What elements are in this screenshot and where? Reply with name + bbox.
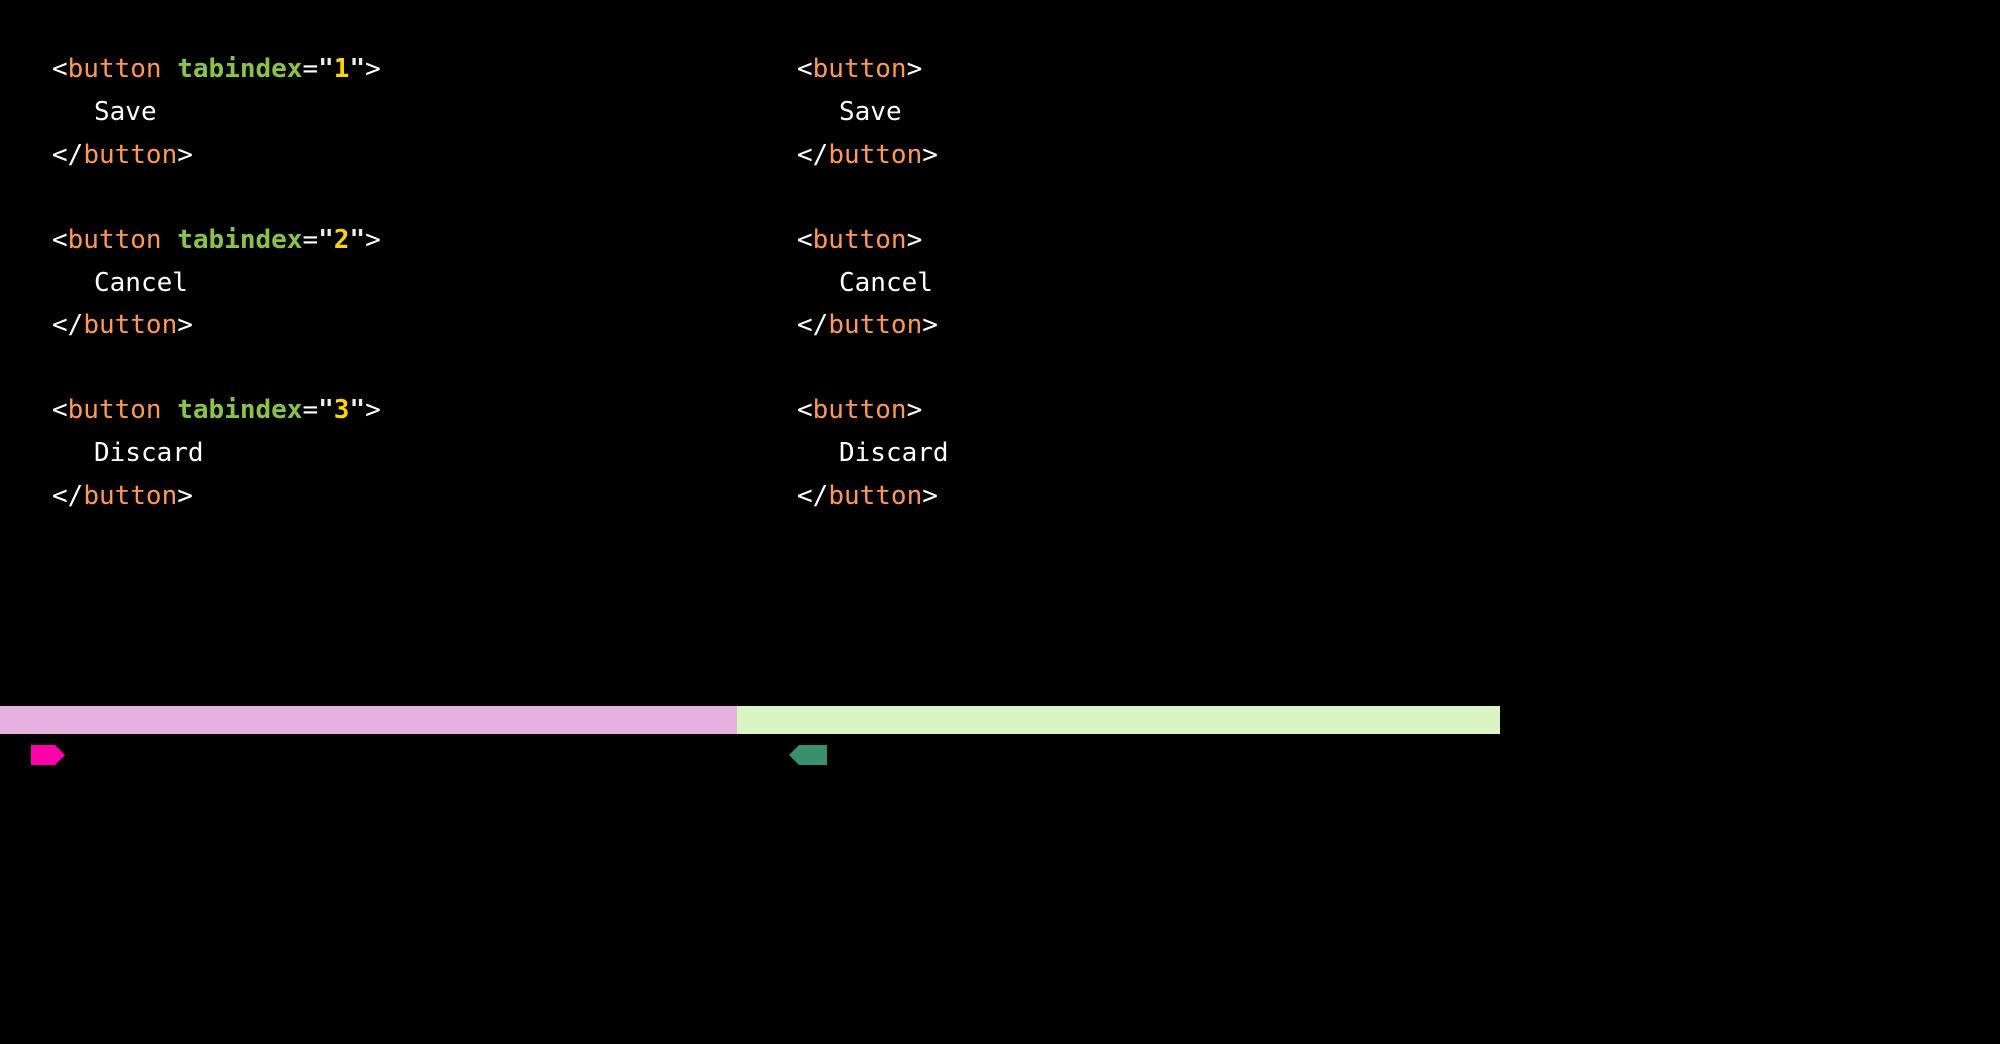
bracket-close: > [922, 140, 938, 170]
code-line: </button> [797, 134, 1500, 177]
quote: " [318, 395, 334, 425]
bracket-open: < [52, 140, 68, 170]
bracket-close: > [365, 395, 381, 425]
tag-name: button [68, 395, 162, 425]
code-line: <button tabindex="2"> [52, 219, 755, 262]
status-bar [0, 706, 1500, 734]
right-pane: <button> Save </button> <button> Cancel … [775, 48, 1500, 701]
code-line: </button> [797, 475, 1500, 518]
inner-text: Cancel [839, 268, 933, 298]
bracket-close: > [177, 310, 193, 340]
bracket-close: > [922, 310, 938, 340]
code-line: Cancel [52, 262, 755, 305]
bracket-close: > [907, 395, 923, 425]
code-block: <button> Save </button> [797, 48, 1500, 177]
prompt-indicator-icon [31, 745, 55, 765]
bracket-close: > [177, 481, 193, 511]
bracket-open: < [797, 481, 813, 511]
code-line: Cancel [797, 262, 1500, 305]
status-right-segment [737, 706, 1500, 734]
code-line: <button> [797, 48, 1500, 91]
code-block: <button tabindex="3"> Discard </button> [52, 389, 755, 518]
inner-text: Cancel [94, 268, 188, 298]
slash: / [813, 140, 829, 170]
bracket-open: < [52, 310, 68, 340]
space [162, 225, 178, 255]
attr-value: 2 [334, 225, 350, 255]
code-line: <button> [797, 219, 1500, 262]
slash: / [68, 310, 84, 340]
bracket-close: > [922, 481, 938, 511]
tag-name: button [828, 481, 922, 511]
attr-name: tabindex [177, 395, 302, 425]
attr-name: tabindex [177, 225, 302, 255]
code-line: <button tabindex="3"> [52, 389, 755, 432]
quote: " [349, 54, 365, 84]
slash: / [68, 481, 84, 511]
code-line: Save [797, 91, 1500, 134]
bracket-close: > [907, 225, 923, 255]
tag-name: button [828, 310, 922, 340]
tag-name: button [813, 225, 907, 255]
tag-name: button [813, 54, 907, 84]
code-line: </button> [52, 134, 755, 177]
tag-name: button [68, 54, 162, 84]
quote: " [349, 395, 365, 425]
tag-name: button [83, 481, 177, 511]
equals: = [302, 395, 318, 425]
bracket-open: < [797, 310, 813, 340]
code-line: Discard [797, 432, 1500, 475]
tag-name: button [828, 140, 922, 170]
attr-value: 1 [334, 54, 350, 84]
equals: = [302, 225, 318, 255]
bracket-open: < [52, 395, 68, 425]
command-bar [0, 745, 1500, 767]
inner-text: Save [94, 97, 157, 127]
inner-text: Discard [94, 438, 204, 468]
bracket-close: > [907, 54, 923, 84]
code-line: </button> [52, 475, 755, 518]
code-line: <button tabindex="1"> [52, 48, 755, 91]
space [162, 54, 178, 84]
bracket-open: < [797, 395, 813, 425]
quote: " [318, 225, 334, 255]
slash: / [813, 481, 829, 511]
left-pane: <button tabindex="1"> Save </button> <bu… [52, 48, 775, 701]
code-block: <button> Cancel </button> [797, 219, 1500, 348]
code-block: <button> Discard </button> [797, 389, 1500, 518]
bracket-open: < [797, 54, 813, 84]
tag-name: button [83, 140, 177, 170]
bracket-open: < [797, 140, 813, 170]
code-line: Save [52, 91, 755, 134]
code-line: </button> [797, 304, 1500, 347]
quote: " [349, 225, 365, 255]
attr-value: 3 [334, 395, 350, 425]
editor-diff-view: <button tabindex="1"> Save </button> <bu… [0, 0, 1500, 701]
tag-name: button [83, 310, 177, 340]
code-block: <button tabindex="1"> Save </button> [52, 48, 755, 177]
code-line: </button> [52, 304, 755, 347]
space [162, 395, 178, 425]
tag-name: button [68, 225, 162, 255]
bracket-close: > [365, 54, 381, 84]
attr-name: tabindex [177, 54, 302, 84]
mode-indicator-icon [799, 745, 827, 765]
code-block: <button tabindex="2"> Cancel </button> [52, 219, 755, 348]
bracket-close: > [365, 225, 381, 255]
inner-text: Save [839, 97, 902, 127]
bracket-open: < [797, 225, 813, 255]
slash: / [68, 140, 84, 170]
status-left-segment [0, 706, 737, 734]
tag-name: button [813, 395, 907, 425]
slash: / [813, 310, 829, 340]
equals: = [302, 54, 318, 84]
bracket-open: < [52, 481, 68, 511]
quote: " [318, 54, 334, 84]
bracket-open: < [52, 54, 68, 84]
bracket-open: < [52, 225, 68, 255]
code-line: Discard [52, 432, 755, 475]
inner-text: Discard [839, 438, 949, 468]
bracket-close: > [177, 140, 193, 170]
code-line: <button> [797, 389, 1500, 432]
